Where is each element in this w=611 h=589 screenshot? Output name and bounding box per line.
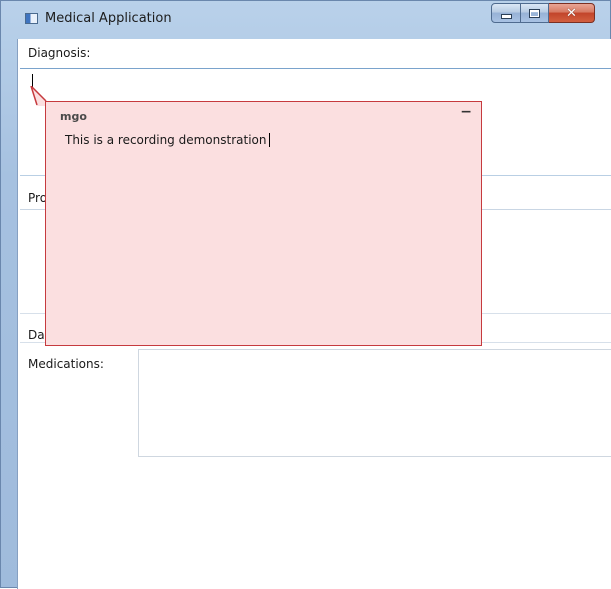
- diagnosis-label: Diagnosis:: [28, 46, 91, 60]
- title-bar[interactable]: Medical Application ✕: [1, 1, 611, 39]
- maximize-icon: [529, 8, 540, 18]
- note-collapse-button[interactable]: −: [460, 104, 472, 120]
- date-label: Da: [28, 328, 45, 342]
- note-caret: [269, 133, 271, 147]
- window-title: Medical Application: [45, 11, 172, 26]
- app-icon[interactable]: [25, 13, 38, 24]
- minimize-icon: [500, 13, 512, 19]
- note-text-input[interactable]: This is a recording demonstration: [65, 133, 271, 147]
- maximize-button[interactable]: [521, 3, 549, 23]
- application-window: Medical Application ✕ Diagnosis: Pro Da …: [0, 0, 611, 589]
- caption-buttons: ✕: [491, 3, 595, 25]
- close-icon: ✕: [566, 5, 577, 21]
- sticky-note-popup[interactable]: mgo − This is a recording demonstration: [45, 101, 482, 346]
- close-button[interactable]: ✕: [549, 3, 595, 23]
- medications-label: Medications:: [28, 357, 104, 371]
- medications-textarea[interactable]: [138, 349, 611, 457]
- note-text: This is a recording demonstration: [65, 133, 267, 147]
- note-author: mgo: [60, 110, 87, 123]
- minimize-button[interactable]: [491, 3, 521, 23]
